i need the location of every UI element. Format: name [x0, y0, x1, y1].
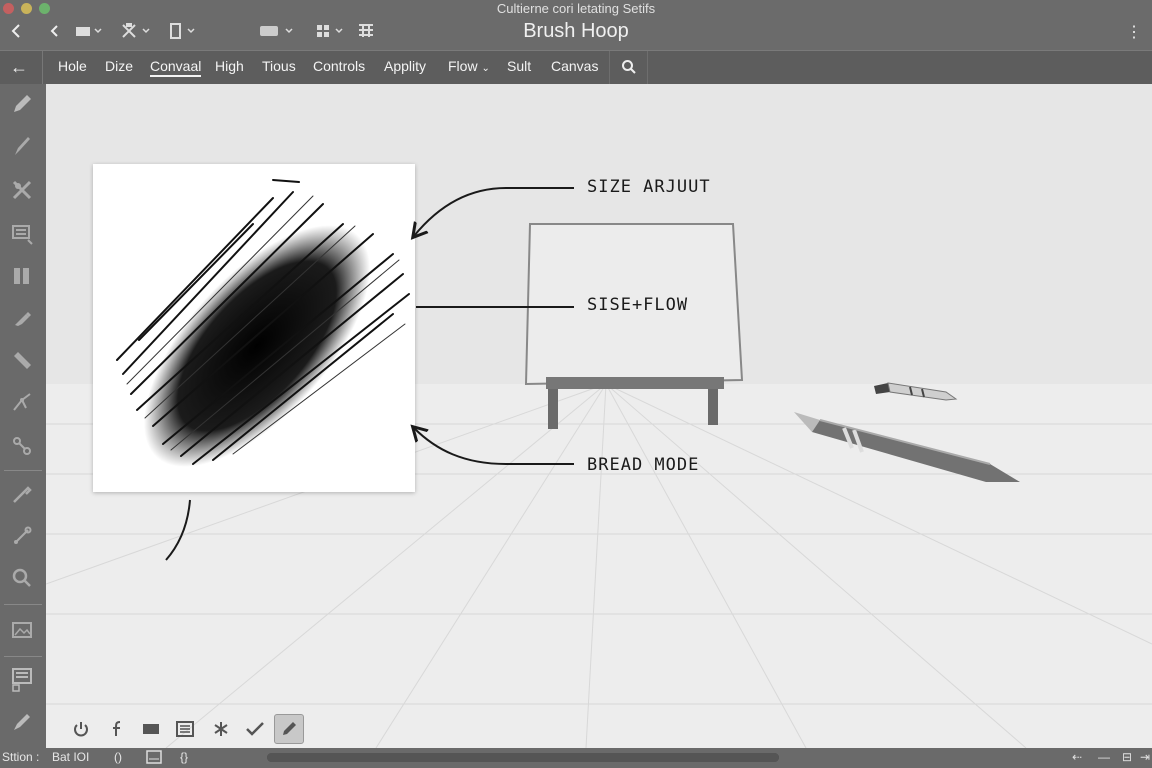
scrollbar-thumb[interactable]	[267, 753, 779, 762]
menu-item-applity[interactable]: Applity	[384, 58, 426, 74]
menu-bar: ← Hole Dize Convaal High Tious Controls …	[0, 50, 1152, 85]
canvas-area[interactable]: SIZE ARJUUT SISE+FLOW BREAD MODE	[46, 84, 1152, 748]
status-brace-icon[interactable]: {}	[180, 750, 188, 764]
search-icon[interactable]	[621, 59, 637, 80]
document-dropdown-icon[interactable]	[168, 20, 200, 42]
power-icon[interactable]	[66, 714, 96, 744]
status-section-label: Sttion :	[2, 750, 40, 764]
chevron-left-icon[interactable]	[48, 20, 60, 42]
horizontal-scrollbar[interactable]	[267, 753, 779, 762]
toolbar-divider	[4, 656, 42, 657]
annotation-blend-mode: BREAD MODE	[587, 455, 700, 475]
toolbar-divider	[4, 470, 42, 471]
window-title: Cultierne cori letating Setifs	[496, 1, 656, 16]
chevron-down-icon: ⌄	[481, 63, 490, 74]
paint-icon[interactable]	[8, 708, 36, 736]
brush-icon[interactable]	[8, 132, 36, 160]
more-options-icon[interactable]: ⋮	[1126, 22, 1142, 42]
menu-item-sult[interactable]: Sult	[507, 58, 531, 74]
settings-list-icon[interactable]	[8, 666, 36, 694]
menu-item-convaal[interactable]: Convaal	[150, 58, 202, 77]
menu-divider	[647, 51, 648, 85]
transform-icon[interactable]	[8, 388, 36, 416]
title-bar: Cultierne cori letating Setifs Brush Hoo…	[0, 0, 1152, 50]
pen-nib-icon[interactable]	[8, 522, 36, 550]
menubar-divider	[42, 51, 43, 85]
minus-icon[interactable]: —	[1098, 750, 1110, 764]
media-dropdown-icon[interactable]	[258, 20, 298, 42]
left-toolbar	[0, 84, 46, 748]
toolbar-divider	[4, 604, 42, 605]
menu-item-controls[interactable]: Controls	[313, 58, 365, 74]
menu-divider	[609, 51, 610, 85]
zoom-icon[interactable]	[8, 564, 36, 592]
list-icon[interactable]	[170, 714, 200, 744]
pencil-icon[interactable]	[8, 90, 36, 118]
arrow-left-icon[interactable]: ⇠	[1072, 750, 1082, 764]
crossed-tools-icon[interactable]	[8, 176, 36, 204]
status-panel-icon[interactable]	[146, 750, 162, 767]
filter-icon[interactable]	[356, 20, 376, 42]
annotation-size-adjust: SIZE ARJUUT	[587, 177, 711, 197]
expand-icon[interactable]: ⇥	[1140, 750, 1150, 764]
tools-dropdown-icon[interactable]	[120, 20, 154, 42]
menu-item-flow[interactable]: Flow ⌄	[448, 58, 490, 74]
menu-item-flow-label: Flow	[448, 58, 478, 74]
annotation-size-flow: SISE+FLOW	[587, 295, 689, 315]
menu-item-canvas[interactable]: Canvas	[551, 58, 598, 74]
rectangle-icon[interactable]	[136, 714, 166, 744]
node-icon[interactable]	[8, 432, 36, 460]
columns-icon[interactable]	[8, 262, 36, 290]
grid-dropdown-icon[interactable]	[314, 20, 348, 42]
menu-item-hole[interactable]: Hole	[58, 58, 87, 74]
asterisk-icon[interactable]	[206, 714, 236, 744]
menu-item-dize[interactable]: Dize	[105, 58, 133, 74]
pencil-icon[interactable]	[274, 714, 304, 744]
back-arrow-icon[interactable]: ←	[10, 57, 28, 78]
back-icon[interactable]	[10, 20, 22, 42]
status-bar: Sttion : Bat IOI () {} ⇠ — ⊟ ⇥	[0, 748, 1152, 768]
layers-icon[interactable]: ⊟	[1122, 750, 1132, 764]
eyedropper-icon[interactable]	[8, 480, 36, 508]
status-value: Bat IOI	[52, 750, 90, 764]
marker-icon[interactable]	[8, 304, 36, 332]
menu-item-high[interactable]: High	[215, 58, 244, 74]
menu-item-tious[interactable]: Tious	[262, 58, 296, 74]
function-icon[interactable]	[102, 714, 132, 744]
layers-icon[interactable]	[8, 220, 36, 248]
folder-dropdown-icon[interactable]	[74, 20, 104, 42]
status-brace: ()	[114, 750, 122, 764]
eraser-icon[interactable]	[8, 346, 36, 374]
check-icon[interactable]	[240, 714, 270, 744]
image-icon[interactable]	[8, 616, 36, 644]
